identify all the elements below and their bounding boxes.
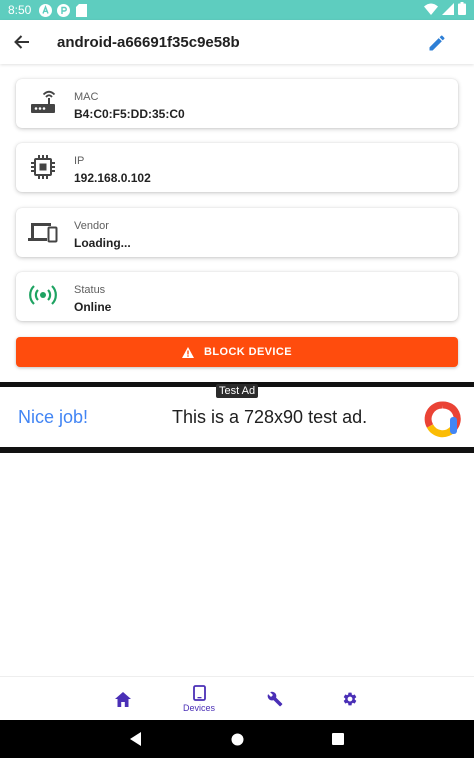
square-recents-icon [332, 733, 344, 745]
sd-card-icon [75, 3, 88, 17]
status-time: 8:50 [8, 3, 32, 17]
app-bar: android-a66691f35c9e58b [0, 20, 474, 64]
wifi-icon [424, 3, 438, 18]
mac-label: MAC [74, 91, 99, 103]
ip-value: 192.168.0.102 [74, 171, 151, 185]
battery-icon [458, 2, 466, 18]
status-card: Status Online [16, 272, 458, 321]
gear-icon [343, 692, 357, 706]
ad-text[interactable]: This is a 728x90 test ad. [172, 407, 367, 428]
ad-headline[interactable]: Nice job! [18, 407, 88, 428]
nav-settings[interactable] [320, 677, 380, 721]
bottom-nav: Devices [0, 676, 474, 720]
circle-home-icon [231, 733, 243, 745]
ip-label: IP [74, 155, 85, 167]
vendor-label: Vendor [74, 220, 109, 232]
ad-logo-icon[interactable] [423, 400, 461, 438]
ad-border-bottom [0, 447, 474, 453]
a-circle-icon [39, 3, 53, 17]
pencil-icon [429, 35, 445, 51]
p-circle-icon [57, 3, 71, 17]
back-button[interactable] [2, 22, 42, 62]
system-home-button[interactable] [227, 729, 247, 749]
system-nav-bar [0, 720, 474, 758]
mac-value: B4:C0:F5:DD:35:C0 [74, 107, 185, 121]
signal-icon [442, 2, 454, 18]
router-icon [27, 89, 59, 117]
edit-button[interactable] [422, 28, 452, 58]
nav-tools[interactable] [245, 677, 305, 721]
nav-devices[interactable]: Devices [169, 677, 229, 721]
status-label: Status [74, 284, 106, 296]
ip-card: IP 192.168.0.102 [16, 143, 458, 192]
page-title: android-a66691f35c9e58b [57, 33, 240, 51]
broadcast-icon [27, 282, 59, 310]
tablet-icon [192, 685, 206, 701]
devices-icon [27, 218, 59, 246]
nav-devices-label: Devices [182, 703, 215, 713]
arrow-back-icon [14, 35, 29, 49]
block-device-label: BLOCK DEVICE [204, 346, 292, 358]
home-icon [115, 691, 131, 707]
nav-home[interactable] [93, 677, 153, 721]
triangle-back-icon [130, 732, 141, 746]
vendor-card: Vendor Loading... [16, 208, 458, 257]
chip-icon [27, 153, 59, 181]
vendor-value: Loading... [74, 236, 131, 250]
block-device-button[interactable]: BLOCK DEVICE [16, 337, 458, 367]
wrench-icon [267, 691, 283, 707]
test-ad-badge: Test Ad [216, 384, 259, 398]
status-value: Online [74, 300, 112, 314]
warning-icon [182, 346, 195, 358]
system-back-button[interactable] [126, 729, 146, 749]
status-bar: 8:50 [0, 0, 474, 20]
system-recents-button[interactable] [328, 729, 348, 749]
mac-card: MAC B4:C0:F5:DD:35:C0 [16, 79, 458, 128]
